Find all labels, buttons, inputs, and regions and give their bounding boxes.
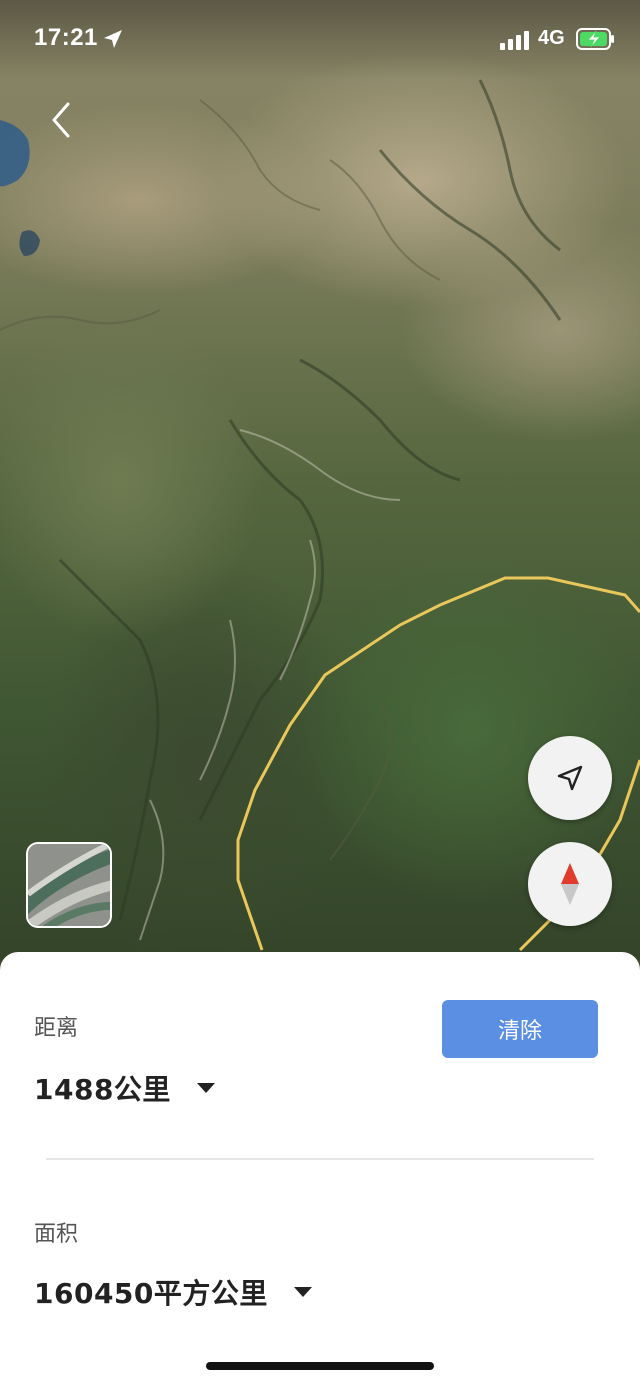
my-location-button[interactable] <box>528 736 612 820</box>
distance-value: 1488公里 <box>34 1073 171 1106</box>
home-indicator <box>206 1362 434 1370</box>
location-arrow-icon <box>104 30 122 48</box>
area-unit-dropdown[interactable]: 160450平方公里 <box>34 1272 312 1312</box>
measurement-panel: 距离 1488公里 清除 面积 160450平方公里 <box>0 952 640 1386</box>
distance-label: 距离 <box>34 1016 79 1041</box>
status-time: 17:21 <box>34 24 98 51</box>
clear-button[interactable]: 清除 <box>442 1000 598 1058</box>
divider <box>46 1158 594 1160</box>
area-value: 160450平方公里 <box>34 1277 268 1310</box>
map-layer-toggle[interactable] <box>26 842 112 928</box>
signal-strength-icon <box>500 31 529 50</box>
layers-thumbnail-icon <box>28 844 110 926</box>
distance-unit-dropdown[interactable]: 1488公里 <box>34 1068 215 1108</box>
satellite-map[interactable] <box>0 0 640 960</box>
area-label: 面积 <box>34 1222 79 1247</box>
compass-icon <box>561 863 579 905</box>
back-button[interactable] <box>42 96 82 144</box>
network-type: 4G <box>538 27 565 49</box>
caret-down-icon <box>196 1083 215 1093</box>
caret-down-icon <box>293 1287 312 1297</box>
compass-button[interactable] <box>528 842 612 926</box>
terrain-texture <box>0 79 640 952</box>
battery-charging-icon <box>576 28 614 50</box>
chevron-left-icon <box>52 102 70 138</box>
navigation-arrow-icon <box>557 765 583 791</box>
status-bar: 17:21 4G <box>0 0 640 80</box>
